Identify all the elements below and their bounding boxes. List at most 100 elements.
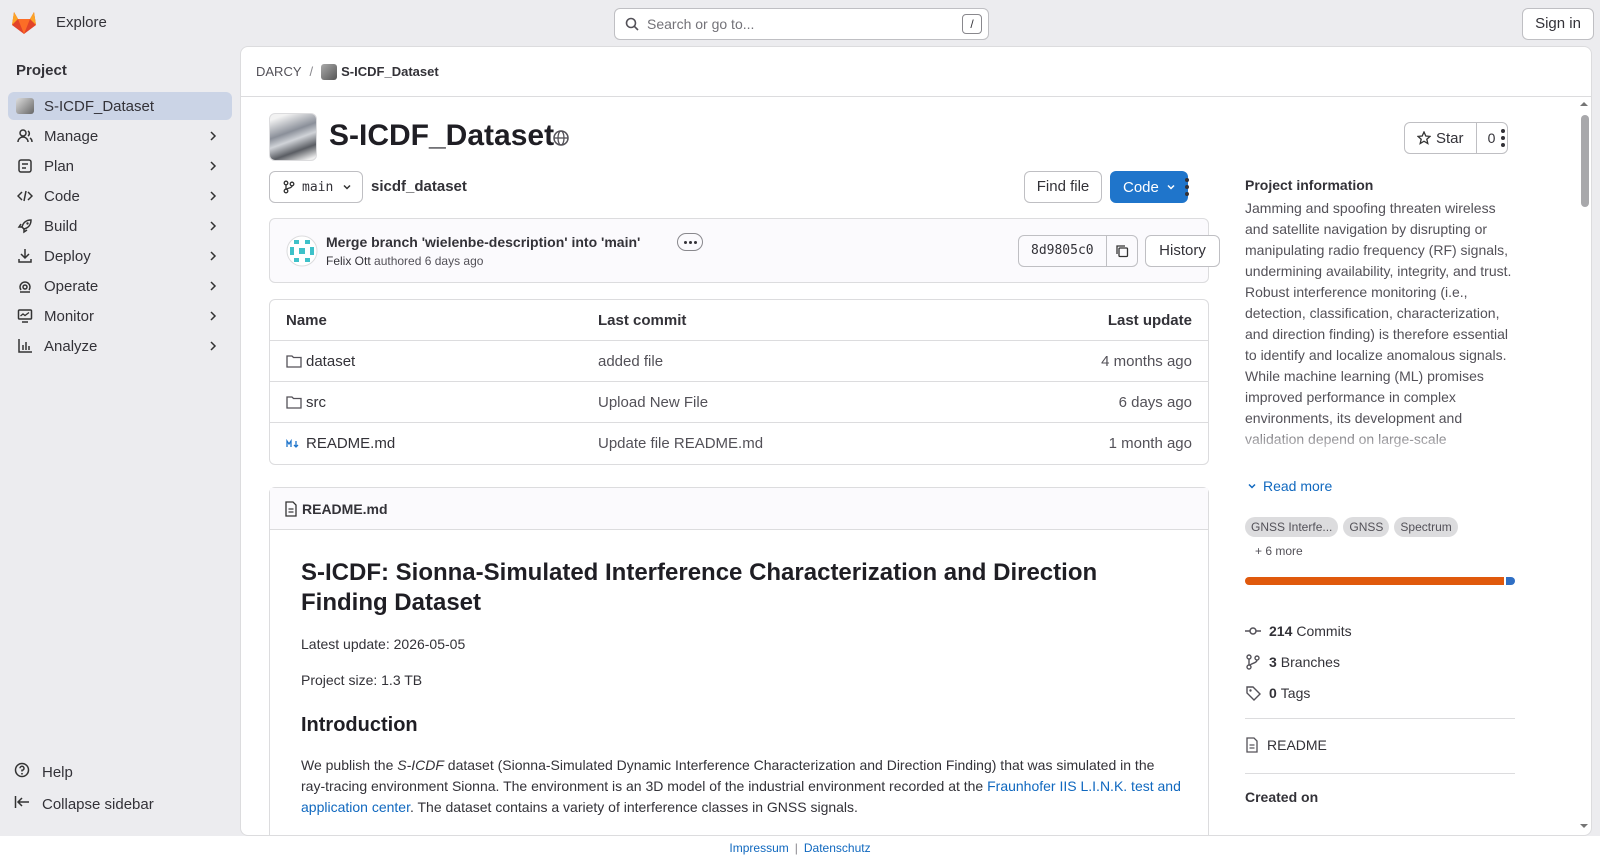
manage-icon: [16, 127, 34, 145]
readme-header: README.md: [270, 488, 1208, 530]
file-name-label: src: [306, 393, 326, 411]
commit-expand-ellipsis-icon[interactable]: [677, 233, 703, 251]
read-more-label: Read more: [1263, 478, 1333, 494]
collapse-sidebar-label: Collapse sidebar: [42, 795, 154, 813]
find-file-button[interactable]: Find file: [1024, 171, 1102, 203]
table-row[interactable]: dataset added file 4 months ago: [270, 341, 1208, 382]
sidebar-item-plan[interactable]: Plan: [8, 152, 232, 180]
datenschutz-link[interactable]: Datenschutz: [804, 841, 871, 855]
search-icon: [625, 17, 639, 31]
branches-count: 3: [1269, 654, 1277, 670]
read-more-button[interactable]: Read more: [1247, 478, 1332, 494]
copy-sha-button[interactable]: [1107, 236, 1137, 266]
impressum-link[interactable]: Impressum: [729, 841, 788, 855]
commit-author[interactable]: Felix Ott: [326, 254, 371, 268]
breadcrumb-project-label: S-ICDF_Dataset: [341, 64, 439, 79]
topic-badge[interactable]: Spectrum: [1394, 517, 1458, 537]
language-bar[interactable]: [1245, 577, 1515, 585]
branch-selector[interactable]: main: [269, 171, 363, 203]
chevron-right-icon: [210, 341, 217, 351]
author-avatar[interactable]: [286, 235, 318, 267]
search-box[interactable]: Search or go to... /: [614, 8, 989, 40]
sidebar-item-code[interactable]: Code: [8, 182, 232, 210]
file-name[interactable]: dataset: [286, 353, 355, 370]
file-name[interactable]: src: [286, 394, 326, 411]
sidebar-item-operate[interactable]: Operate: [8, 272, 232, 300]
tags-stat[interactable]: 0 Tags: [1245, 685, 1310, 701]
folder-icon: [286, 395, 302, 409]
commits-label: Commits: [1296, 623, 1352, 639]
project-description: Jamming and spoofing threaten wireless a…: [1245, 198, 1515, 458]
chevron-right-icon: [210, 311, 217, 321]
topic-badge[interactable]: GNSS Interfe...: [1245, 517, 1339, 537]
intro-text-pre: We publish the: [301, 757, 398, 773]
globe-visibility-icon[interactable]: [552, 129, 570, 147]
more-topics-link[interactable]: + 6 more: [1255, 544, 1303, 558]
commit-meta: Felix Ott authored 6 days ago: [326, 254, 483, 268]
project-info-title: Project information: [1245, 177, 1374, 193]
commit-sha[interactable]: 8d9805c0: [1019, 236, 1107, 266]
chevron-right-icon: [210, 161, 217, 171]
branch-name: main: [302, 179, 334, 195]
collapse-left-icon: [14, 794, 32, 814]
help-button[interactable]: Help: [14, 762, 73, 782]
sidebar-item-label: Operate: [44, 277, 99, 295]
branches-stat[interactable]: 3 Branches: [1245, 654, 1340, 670]
topic-badge[interactable]: GNSS: [1343, 517, 1390, 537]
breadcrumb-project[interactable]: S-ICDF_Dataset: [321, 63, 439, 80]
sidebar-item-deploy[interactable]: Deploy: [8, 242, 232, 270]
sidebar-item-build[interactable]: Build: [8, 212, 232, 240]
explore-link[interactable]: Explore: [56, 14, 107, 31]
chart-icon: [16, 337, 34, 355]
monitor-icon: [16, 307, 34, 325]
sidebar-item-project[interactable]: S-ICDF_Dataset: [8, 92, 232, 120]
tag-icon: [1246, 686, 1261, 701]
sidebar-item-manage[interactable]: Manage: [8, 122, 232, 150]
sidebar-item-label: Manage: [44, 127, 99, 145]
vertical-scrollbar[interactable]: [1577, 97, 1591, 835]
repo-actions-kebab-icon[interactable]: [1177, 175, 1197, 199]
language-bar-segment[interactable]: [1245, 577, 1504, 585]
readme-intro-heading: Introduction: [301, 714, 418, 736]
star-button[interactable]: Star: [1405, 123, 1477, 153]
scroll-up-arrow-icon[interactable]: [1577, 99, 1591, 109]
breadcrumb: DARCY / S-ICDF_Dataset: [241, 47, 1591, 97]
star-button-group: Star 0: [1404, 122, 1508, 154]
project-actions-kebab-icon[interactable]: [1493, 126, 1513, 150]
project-avatar-icon: [16, 97, 34, 115]
code-button-label: Code: [1123, 178, 1159, 196]
gitlab-logo-icon[interactable]: [10, 9, 38, 35]
readme-link[interactable]: README: [1245, 737, 1327, 753]
table-row[interactable]: README.md Update file README.md 1 month …: [270, 423, 1208, 464]
intro-text-em: S-ICDF: [397, 757, 444, 773]
project-information: Project information Jamming and spoofing…: [1245, 177, 1515, 458]
tags-count: 0: [1269, 685, 1277, 701]
chevron-down-icon: [1167, 184, 1175, 190]
rocket-icon: [16, 217, 34, 235]
scroll-down-arrow-icon[interactable]: [1577, 821, 1591, 831]
readme-project-size: Project size: 1.3 TB: [301, 672, 423, 688]
repo-path[interactable]: sicdf_dataset: [371, 178, 467, 195]
collapse-sidebar-button[interactable]: Collapse sidebar: [14, 794, 154, 814]
commit-icon: [1245, 627, 1261, 635]
readme-filename[interactable]: README.md: [302, 501, 388, 517]
table-row[interactable]: src Upload New File 6 days ago: [270, 382, 1208, 423]
file-last-commit[interactable]: Update file README.md: [598, 435, 763, 452]
chevron-down-icon: [343, 184, 351, 190]
commit-message[interactable]: Merge branch 'wielenbe-description' into…: [326, 234, 640, 250]
breadcrumb-group[interactable]: DARCY: [256, 64, 302, 79]
sign-in-button[interactable]: Sign in: [1522, 8, 1594, 40]
scrollbar-thumb[interactable]: [1581, 115, 1589, 207]
file-last-commit[interactable]: Upload New File: [598, 394, 708, 411]
file-last-commit[interactable]: added file: [598, 353, 663, 370]
history-button[interactable]: History: [1145, 235, 1220, 267]
page-title: S-ICDF_Dataset: [329, 119, 555, 152]
language-bar-segment[interactable]: [1505, 577, 1515, 585]
sidebar-item-monitor[interactable]: Monitor: [8, 302, 232, 330]
folder-icon: [286, 354, 302, 368]
sidebar-item-analyze[interactable]: Analyze: [8, 332, 232, 360]
commits-stat[interactable]: 214 Commits: [1245, 623, 1352, 639]
file-table: Name Last commit Last update dataset add…: [269, 299, 1209, 465]
divider: [1245, 773, 1515, 774]
file-name[interactable]: README.md: [286, 435, 395, 452]
